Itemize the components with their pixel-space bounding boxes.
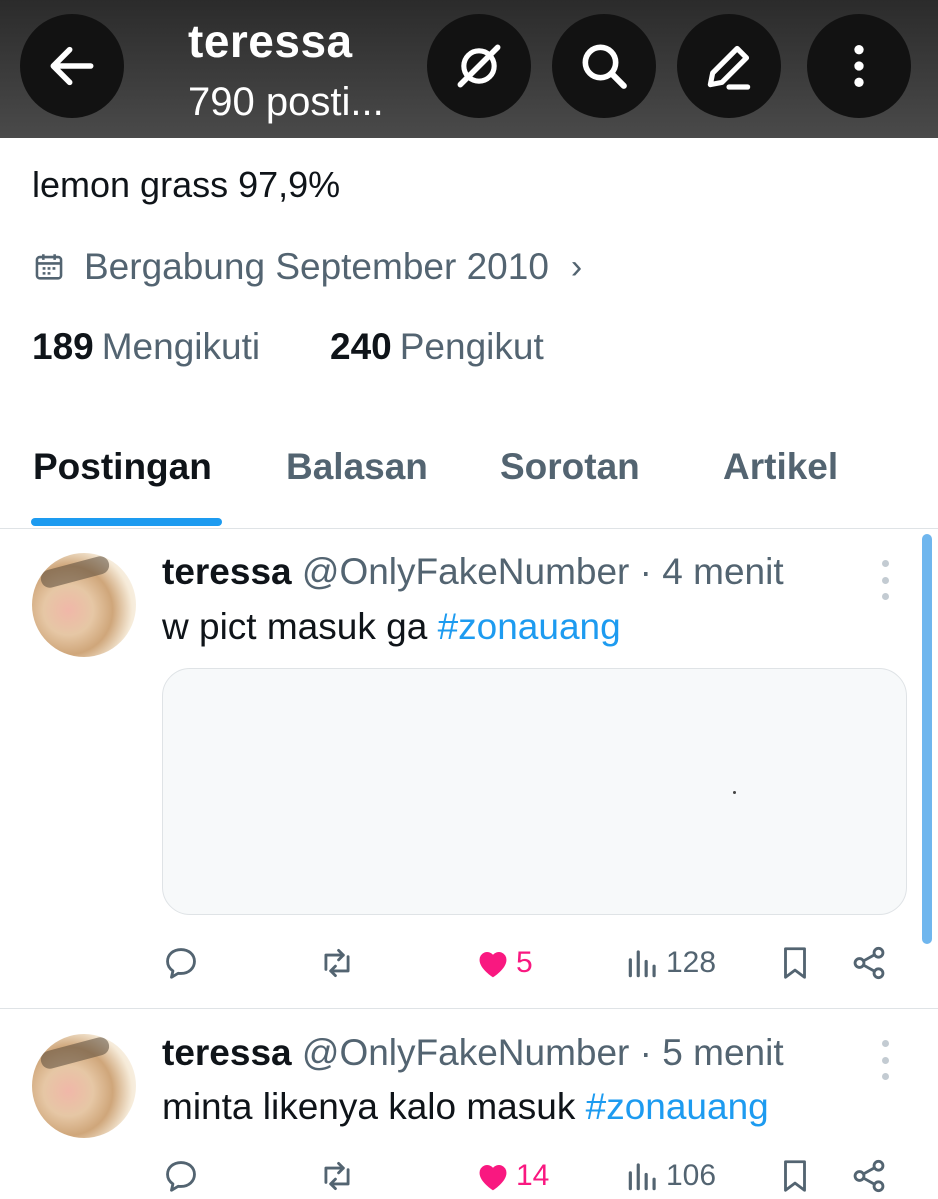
reply-icon — [166, 948, 196, 979]
following-link[interactable]: 189 Mengikuti — [32, 326, 260, 368]
back-arrow-icon — [50, 46, 94, 86]
post-text: w pict masuk ga #zonauang — [162, 606, 621, 648]
profile-bio: lemon grass 97,9% — [32, 164, 341, 205]
chevron-right-icon: › — [570, 247, 583, 286]
profile-name-title: teressa — [188, 15, 353, 67]
grok-button[interactable] — [427, 14, 531, 118]
post-menu-button[interactable] — [870, 560, 900, 600]
top-bar: teressa 790 posti... — [0, 0, 938, 138]
post-time: · 5 menit — [639, 1032, 784, 1073]
tab-balasan[interactable]: Balasan — [286, 446, 428, 488]
tab-postingan[interactable]: Postingan — [33, 446, 212, 488]
heart-filled-icon — [479, 952, 507, 978]
post-menu-button[interactable] — [870, 1040, 900, 1080]
divider — [0, 1008, 938, 1009]
more-vertical-icon — [854, 45, 864, 87]
views-button[interactable]: 128 — [624, 944, 716, 982]
active-tab-indicator — [31, 518, 222, 526]
tab-artikel[interactable]: Artikel — [723, 446, 838, 488]
repost-icon — [324, 1161, 350, 1191]
bookmark-icon — [784, 1160, 806, 1192]
avatar[interactable] — [32, 553, 136, 657]
repost-button[interactable] — [318, 1157, 356, 1195]
reply-icon — [166, 1161, 196, 1192]
like-button[interactable]: 14 — [474, 1157, 549, 1195]
search-icon — [582, 44, 627, 89]
heart-filled-icon — [479, 1165, 507, 1191]
bookmark-button[interactable] — [776, 944, 814, 982]
share-icon — [853, 946, 885, 980]
repost-icon — [324, 948, 350, 978]
scrollbar[interactable] — [922, 534, 932, 944]
followers-count: 240 — [330, 326, 392, 367]
joined-date: Bergabung September 2010 — [84, 246, 549, 287]
post-time: · 4 menit — [639, 551, 784, 592]
post-body: w pict masuk ga — [162, 606, 438, 647]
reply-button[interactable] — [162, 944, 200, 982]
like-count: 14 — [516, 1159, 550, 1192]
post-author-name[interactable]: teressa — [162, 1032, 292, 1073]
repost-button[interactable] — [318, 944, 356, 982]
hashtag-link[interactable]: #zonauang — [586, 1086, 769, 1127]
following-count: 189 — [32, 326, 94, 367]
hashtag-link[interactable]: #zonauang — [438, 606, 621, 647]
post-header: teressa @OnlyFakeNumber · 4 menit — [162, 551, 784, 593]
following-label: Mengikuti — [101, 326, 261, 367]
analytics-icon — [628, 1163, 656, 1191]
grok-icon — [457, 44, 501, 88]
divider — [0, 528, 938, 529]
post-media[interactable] — [162, 668, 907, 915]
view-count: 106 — [666, 1159, 717, 1192]
followers-link[interactable]: 240 Pengikut — [330, 326, 544, 368]
edit-button[interactable] — [677, 14, 781, 118]
tab-sorotan[interactable]: Sorotan — [500, 446, 640, 488]
calendar-icon — [35, 254, 63, 280]
back-button[interactable] — [20, 14, 124, 118]
followers-label: Pengikut — [399, 326, 544, 367]
post-handle: @OnlyFakeNumber — [301, 551, 630, 592]
share-button[interactable] — [850, 944, 888, 982]
post-header: teressa @OnlyFakeNumber · 5 menit — [162, 1032, 784, 1074]
like-count: 5 — [516, 946, 533, 979]
post-body: minta likenya kalo masuk — [162, 1086, 586, 1127]
analytics-icon — [628, 950, 656, 978]
like-button[interactable]: 5 — [474, 944, 533, 982]
share-icon — [853, 1159, 885, 1193]
search-button[interactable] — [552, 14, 656, 118]
bookmark-button[interactable] — [776, 1157, 814, 1195]
share-button[interactable] — [850, 1157, 888, 1195]
more-button[interactable] — [807, 14, 911, 118]
post-author-name[interactable]: teressa — [162, 551, 292, 592]
post-text: minta likenya kalo masuk #zonauang — [162, 1086, 769, 1128]
bookmark-icon — [784, 947, 806, 979]
post-count: 790 posti... — [188, 80, 384, 124]
reply-button[interactable] — [162, 1157, 200, 1195]
edit-icon — [707, 45, 751, 90]
post-handle: @OnlyFakeNumber — [301, 1032, 630, 1073]
joined-date-row[interactable]: Bergabung September 2010 › — [32, 246, 582, 288]
views-button[interactable]: 106 — [624, 1157, 716, 1195]
view-count: 128 — [666, 946, 717, 979]
avatar[interactable] — [32, 1034, 136, 1138]
